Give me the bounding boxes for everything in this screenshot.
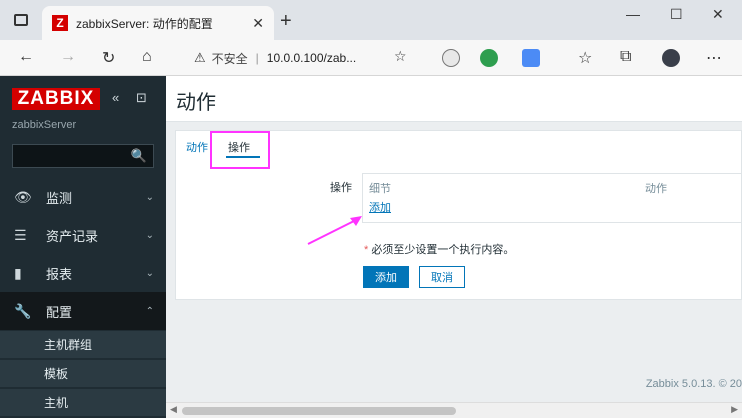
page-header: 动作	[166, 76, 742, 122]
close-window-icon[interactable]: ✕	[712, 6, 724, 23]
cancel-button[interactable]: 取消	[419, 266, 465, 288]
search-icon[interactable]: 🔍	[131, 148, 147, 164]
collapse-sidebar-icon[interactable]: «	[112, 90, 119, 105]
warning-icon: ⚠	[194, 50, 206, 65]
submenu-hosts[interactable]: 主机	[0, 388, 166, 416]
chevron-up-icon: ⌃	[145, 305, 154, 317]
operations-label: 操作	[330, 182, 352, 194]
new-tab-icon[interactable]: +	[280, 10, 292, 33]
menu-monitoring[interactable]: 👁 监测 ⌄	[0, 178, 166, 216]
menu-inventory[interactable]: ☰ 资产记录 ⌄	[0, 216, 166, 254]
favorites-icon[interactable]: ☆	[578, 48, 592, 68]
shield-extension-icon[interactable]	[480, 49, 498, 67]
menu-label: 监测	[46, 190, 73, 206]
back-icon[interactable]: ←	[18, 48, 34, 66]
address-separator: |	[255, 51, 259, 65]
tab-title: zabbixServer: 动作的配置	[76, 16, 213, 31]
highlight-box	[210, 131, 270, 169]
submenu-host-groups[interactable]: 主机群组	[0, 330, 166, 358]
add-operation-link[interactable]: 添加	[369, 199, 391, 215]
more-menu-icon[interactable]: ⋯	[706, 48, 722, 68]
menu-label: 配置	[46, 304, 73, 320]
sidebar: ZABBIX « ⊡ zabbixServer 🔍 👁 监测 ⌄ ☰ 资产记录 …	[0, 76, 166, 418]
footer-version: Zabbix 5.0.13. © 20	[645, 378, 742, 390]
eye-icon: 👁	[14, 188, 32, 205]
collections-icon[interactable]: ⧉	[620, 48, 631, 66]
action-form-card: 动作 操作 操作 细节 动作 添加 * 必须至少设置一个执行内容。 添加 取消	[175, 130, 742, 300]
zabbix-favicon-icon: Z	[52, 15, 68, 31]
menu-reports[interactable]: ▮ 报表 ⌄	[0, 254, 166, 292]
insecure-label: 不安全	[211, 51, 248, 66]
address-url: 10.0.0.100/zab...	[266, 51, 357, 65]
server-name: zabbixServer	[12, 119, 77, 131]
submenu-templates[interactable]: 模板	[0, 359, 166, 387]
forward-icon[interactable]: →	[60, 48, 76, 66]
horizontal-scrollbar[interactable]: ◀ ▶	[166, 402, 742, 418]
home-icon[interactable]: ⌂	[142, 48, 152, 66]
maximize-icon[interactable]: ☐	[670, 6, 683, 23]
chevron-down-icon: ⌄	[145, 229, 154, 241]
scroll-left-icon[interactable]: ◀	[170, 404, 177, 415]
address-bar[interactable]: ⚠ 不安全 | 10.0.0.100/zab...	[180, 45, 416, 71]
translate-icon[interactable]	[522, 49, 540, 67]
scroll-right-icon[interactable]: ▶	[731, 404, 738, 415]
main-content: 动作 动作 操作 操作 细节 动作 添加 * 必须至少设置一个执行内容。 添加 …	[166, 76, 742, 418]
tab-actions-icon[interactable]	[14, 14, 28, 26]
column-action: 动作	[645, 183, 667, 195]
chevron-down-icon: ⌄	[145, 267, 154, 279]
required-note-text: 必须至少设置一个执行内容。	[371, 244, 515, 256]
chevron-down-icon: ⌄	[145, 191, 154, 203]
refresh-icon[interactable]: ↻	[102, 48, 115, 68]
column-details: 细节	[369, 183, 391, 195]
browser-tab[interactable]: Z zabbixServer: 动作的配置 ✕	[42, 6, 274, 40]
tab-strip: 动作 操作	[176, 131, 742, 169]
zabbix-logo[interactable]: ZABBIX	[12, 88, 100, 110]
search-input[interactable]: 🔍	[12, 144, 154, 168]
extension-icon[interactable]	[442, 49, 460, 67]
scrollbar-thumb[interactable]	[182, 407, 456, 415]
menu-configuration[interactable]: 🔧 配置 ⌃	[0, 292, 166, 330]
menu-label: 报表	[46, 266, 73, 282]
close-tab-icon[interactable]: ✕	[252, 15, 264, 32]
minimize-icon[interactable]: —	[626, 6, 640, 22]
profile-avatar[interactable]	[662, 49, 680, 67]
browser-toolbar: ← → ↻ ⌂ ⚠ 不安全 | 10.0.0.100/zab... ☆ ☆ ⧉ …	[0, 40, 742, 76]
page-title: 动作	[176, 92, 216, 114]
menu-label: 资产记录	[46, 228, 99, 244]
add-button[interactable]: 添加	[363, 266, 409, 288]
required-note: * 必须至少设置一个执行内容。	[364, 241, 514, 257]
kiosk-mode-icon[interactable]: ⊡	[136, 90, 147, 106]
operations-table: 细节 动作 添加	[362, 173, 742, 223]
bar-chart-icon: ▮	[14, 264, 22, 281]
tab-action[interactable]: 动作	[186, 139, 208, 155]
browser-tabbar: Z zabbixServer: 动作的配置 ✕ + — ☐ ✕	[0, 0, 742, 40]
list-icon: ☰	[14, 226, 27, 243]
favorite-add-icon[interactable]: ☆	[394, 48, 407, 65]
annotation-arrow-icon	[307, 216, 362, 245]
wrench-icon: 🔧	[14, 302, 32, 319]
